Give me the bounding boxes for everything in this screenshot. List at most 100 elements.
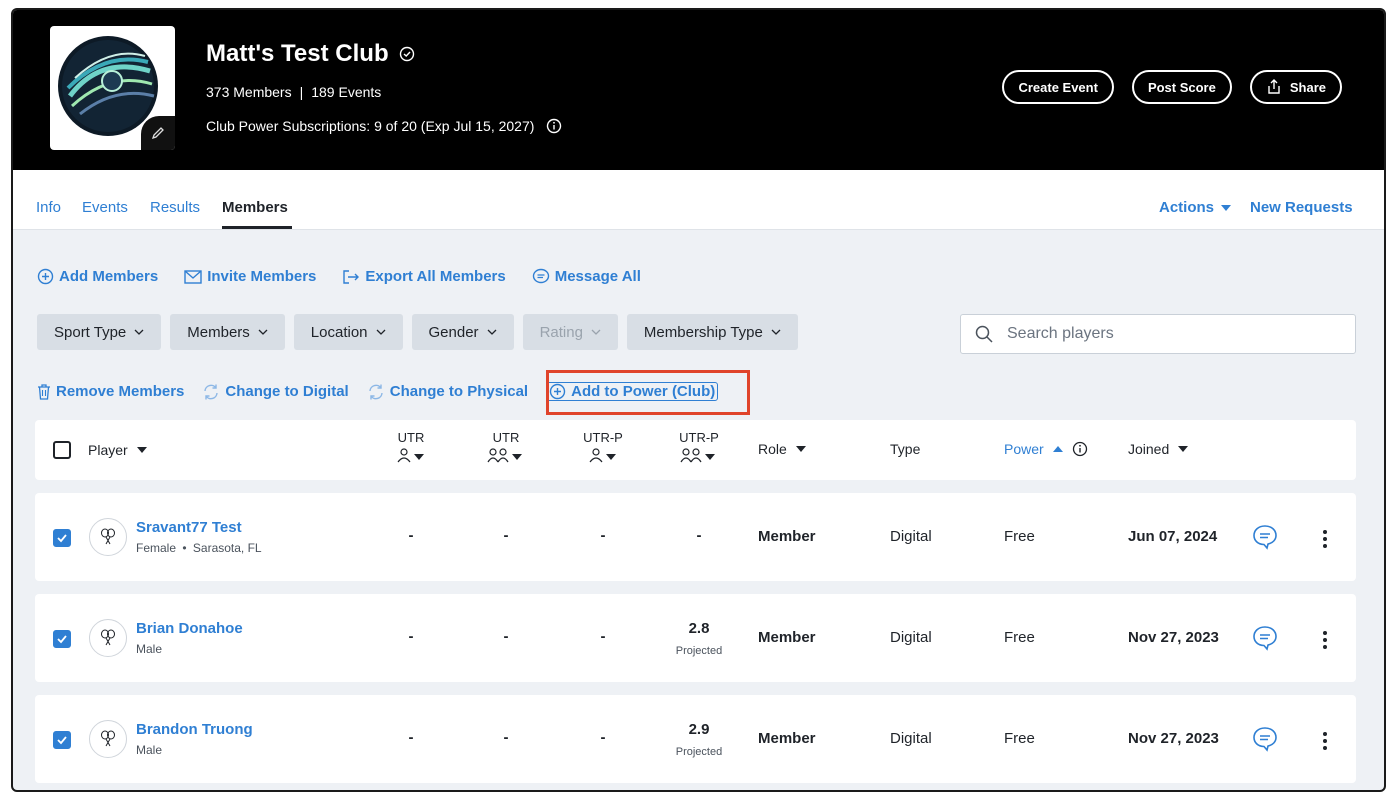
trash-icon (38, 383, 50, 400)
player-gender: Male (136, 743, 163, 757)
tab-bar: Info Events Results Members Actions New … (13, 170, 1384, 230)
projected-label: Projected (675, 746, 723, 758)
tab-members[interactable]: Members (222, 199, 288, 216)
refresh-icon (369, 384, 383, 399)
avatar[interactable] (89, 518, 127, 556)
column-power-label: Power (1004, 441, 1044, 457)
caret-down-icon (795, 446, 806, 452)
more-options-icon[interactable] (1319, 530, 1331, 548)
joined-value: Nov 27, 2023 (1128, 629, 1219, 646)
header-actions: Create Event Post Score Share (1002, 70, 1342, 104)
highlight-box (546, 370, 750, 415)
utrp-doubles-value: - (696, 527, 702, 544)
post-score-button[interactable]: Post Score (1131, 70, 1232, 104)
row-checkbox[interactable] (53, 630, 71, 648)
create-event-label: Create Event (1018, 79, 1098, 95)
avatar[interactable] (89, 720, 127, 758)
club-name-text: Matt's Test Club (206, 40, 389, 67)
refresh-icon (204, 384, 219, 399)
filter-label: Gender (428, 323, 479, 341)
column-utr-singles[interactable]: UTR (381, 430, 441, 467)
add-members-label: Add Members (59, 268, 159, 285)
detail-dot: • (182, 541, 187, 555)
chevron-down-icon (487, 329, 497, 335)
row-checkbox[interactable] (53, 731, 71, 749)
column-utr-doubles[interactable]: UTR (476, 430, 536, 467)
remove-members-button[interactable]: Remove Members (37, 382, 184, 401)
event-count: 189 Events (311, 84, 382, 100)
column-role-label: Role (758, 441, 787, 457)
role-value: Member (758, 629, 816, 646)
type-value: Digital (890, 730, 932, 747)
club-logo[interactable] (50, 26, 175, 150)
new-requests-link[interactable]: New Requests (1250, 199, 1353, 216)
message-icon[interactable] (1251, 624, 1279, 652)
tab-info[interactable]: Info (36, 199, 61, 216)
projected-label: Projected (675, 645, 723, 657)
caret-down-icon (1221, 204, 1232, 211)
add-members-button[interactable]: Add Members (37, 268, 158, 285)
table-row[interactable]: Sravant77 Test Female • Sarasota, FL - -… (35, 493, 1356, 581)
table-row[interactable]: Brandon Truong Male - - - 2.9 Projected … (35, 695, 1356, 783)
row-checkbox[interactable] (53, 529, 71, 547)
share-button[interactable]: Share (1249, 70, 1342, 104)
checkmark-icon (57, 534, 67, 543)
column-utrp-label: UTR-P (679, 430, 719, 445)
column-utrp-singles[interactable]: UTR-P (573, 430, 633, 467)
filter-gender[interactable]: Gender (411, 314, 514, 350)
info-icon[interactable] (546, 118, 562, 134)
message-all-button[interactable]: Message All (532, 268, 641, 285)
utrp-doubles-value: 2.9 (688, 721, 710, 738)
avatar[interactable] (89, 619, 127, 657)
column-power[interactable]: Power (1004, 441, 1088, 457)
column-player[interactable]: Player (88, 442, 148, 458)
invite-members-label: Invite Members (207, 268, 317, 285)
more-options-icon[interactable] (1319, 732, 1331, 750)
invite-members-button[interactable]: Invite Members (184, 268, 316, 285)
type-value: Digital (890, 629, 932, 646)
joined-value: Nov 27, 2023 (1128, 730, 1219, 747)
filter-membership-type[interactable]: Membership Type (626, 314, 798, 350)
edit-logo-button[interactable] (141, 116, 175, 150)
column-joined[interactable]: Joined (1128, 441, 1189, 457)
utrp-doubles-value: 2.8 (688, 620, 710, 637)
checkmark-icon (57, 736, 67, 745)
change-to-digital-button[interactable]: Change to Digital (202, 382, 349, 401)
change-to-digital-label: Change to Digital (225, 383, 349, 400)
search-input[interactable] (1007, 325, 1337, 343)
filter-sport-type[interactable]: Sport Type (37, 314, 162, 350)
tab-events[interactable]: Events (82, 199, 128, 216)
more-options-icon[interactable] (1319, 631, 1331, 649)
table-row[interactable]: Brian Donahoe Male - - - 2.8 Projected M… (35, 594, 1356, 682)
search-box (960, 314, 1356, 354)
filter-members[interactable]: Members (170, 314, 285, 350)
export-members-label: Export All Members (365, 268, 506, 285)
player-name-link[interactable]: Brian Donahoe (136, 620, 243, 637)
plus-circle-icon (37, 268, 54, 285)
export-members-button[interactable]: Export All Members (342, 268, 506, 285)
player-gender: Male (136, 642, 163, 656)
change-to-physical-button[interactable]: Change to Physical (367, 382, 528, 401)
utr-doubles-value: - (503, 527, 509, 544)
active-tab-indicator (222, 226, 292, 229)
racket-avatar-icon (101, 528, 115, 545)
filter-label: Location (310, 323, 368, 341)
tab-results[interactable]: Results (150, 199, 200, 216)
player-details: Male (136, 642, 162, 656)
club-name: Matt's Test Club (206, 40, 415, 68)
message-icon[interactable] (1251, 725, 1279, 753)
player-name-link[interactable]: Sravant77 Test (136, 519, 242, 536)
create-event-button[interactable]: Create Event (1002, 70, 1114, 104)
column-utrp-doubles[interactable]: UTR-P (669, 430, 729, 467)
info-icon[interactable] (1072, 441, 1088, 457)
column-role[interactable]: Role (758, 441, 807, 457)
actions-dropdown[interactable]: Actions (1159, 199, 1232, 216)
caret-down-icon (1178, 446, 1189, 452)
club-stats: 373 Members | 189 Events (206, 84, 381, 100)
player-name-link[interactable]: Brandon Truong (136, 721, 253, 738)
app-window: Matt's Test Club 373 Members | 189 Event… (11, 8, 1386, 792)
message-icon[interactable] (1251, 523, 1279, 551)
filter-location[interactable]: Location (293, 314, 403, 350)
select-all-checkbox[interactable] (53, 441, 71, 459)
chevron-down-icon (258, 329, 268, 335)
